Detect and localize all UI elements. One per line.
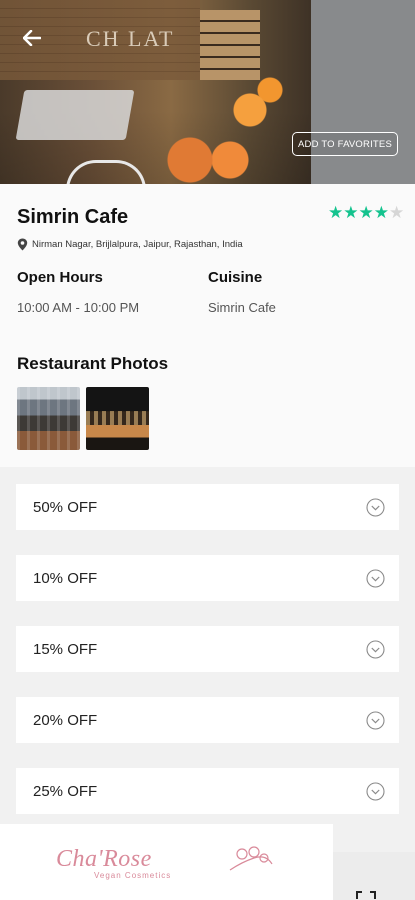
cover-photo-table <box>15 90 135 140</box>
restaurant-photo-thumbnail[interactable] <box>86 387 149 450</box>
ad-brand-logo: Cha'Rose <box>56 846 152 872</box>
star-icon: ★ <box>343 203 359 222</box>
star-icon: ★ <box>373 203 389 222</box>
star-icon: ★ <box>358 203 374 222</box>
offer-item[interactable]: 25% OFF <box>16 768 399 814</box>
star-empty-icon: ★ <box>389 203 405 222</box>
cuisine-value: Simrin Cafe <box>208 300 276 315</box>
ad-tagline: Vegan Cosmetics <box>94 871 172 880</box>
hero-banner: CH LAT ADD TO FAVORITES <box>0 0 415 184</box>
restaurant-name: Simrin Cafe <box>17 206 129 228</box>
chevron-down-icon <box>366 781 385 801</box>
offer-item[interactable]: 10% OFF <box>16 555 399 601</box>
address-text: Nirman Nagar, Brijlalpura, Jaipur, Rajas… <box>32 239 243 250</box>
back-arrow-icon <box>23 30 41 46</box>
cuisine-label: Cuisine <box>208 269 263 286</box>
restaurant-photos-title: Restaurant Photos <box>17 354 169 373</box>
chevron-down-icon <box>366 710 385 730</box>
rating-stars: ★ ★ ★ ★ ★ <box>328 204 404 221</box>
chevron-down-icon <box>366 568 385 588</box>
expand-icon[interactable] <box>356 890 376 900</box>
chevron-down-icon <box>366 639 385 659</box>
restaurant-photo-thumbnail[interactable] <box>17 387 80 450</box>
offer-label: 25% OFF <box>33 782 98 800</box>
offer-label: 10% OFF <box>33 569 98 587</box>
ad-banner[interactable]: Cha'Rose Vegan Cosmetics <box>0 824 333 900</box>
open-hours-value: 10:00 AM - 10:00 PM <box>17 300 140 315</box>
offer-label: 20% OFF <box>33 711 98 729</box>
address-row: Nirman Nagar, Brijlalpura, Jaipur, Rajas… <box>17 238 243 251</box>
location-pin-icon <box>17 238 28 251</box>
back-button[interactable] <box>18 24 46 52</box>
restaurant-info-panel: Simrin Cafe ★ ★ ★ ★ ★ Nirman Nagar, Brij… <box>0 184 415 467</box>
star-icon: ★ <box>328 203 344 222</box>
flower-icon <box>229 846 273 871</box>
cover-photo-placeholder <box>311 0 415 184</box>
offer-label: 15% OFF <box>33 640 98 658</box>
cover-photo-sign: CH LAT <box>86 26 175 51</box>
chevron-down-icon <box>366 497 385 517</box>
offer-item[interactable]: 20% OFF <box>16 697 399 743</box>
cover-photo-shelf <box>200 10 260 80</box>
offer-item[interactable]: 50% OFF <box>16 484 399 530</box>
offer-label: 50% OFF <box>33 498 98 516</box>
offer-item[interactable]: 15% OFF <box>16 626 399 672</box>
add-to-favorites-button[interactable]: ADD TO FAVORITES <box>292 132 398 156</box>
open-hours-label: Open Hours <box>17 269 103 286</box>
